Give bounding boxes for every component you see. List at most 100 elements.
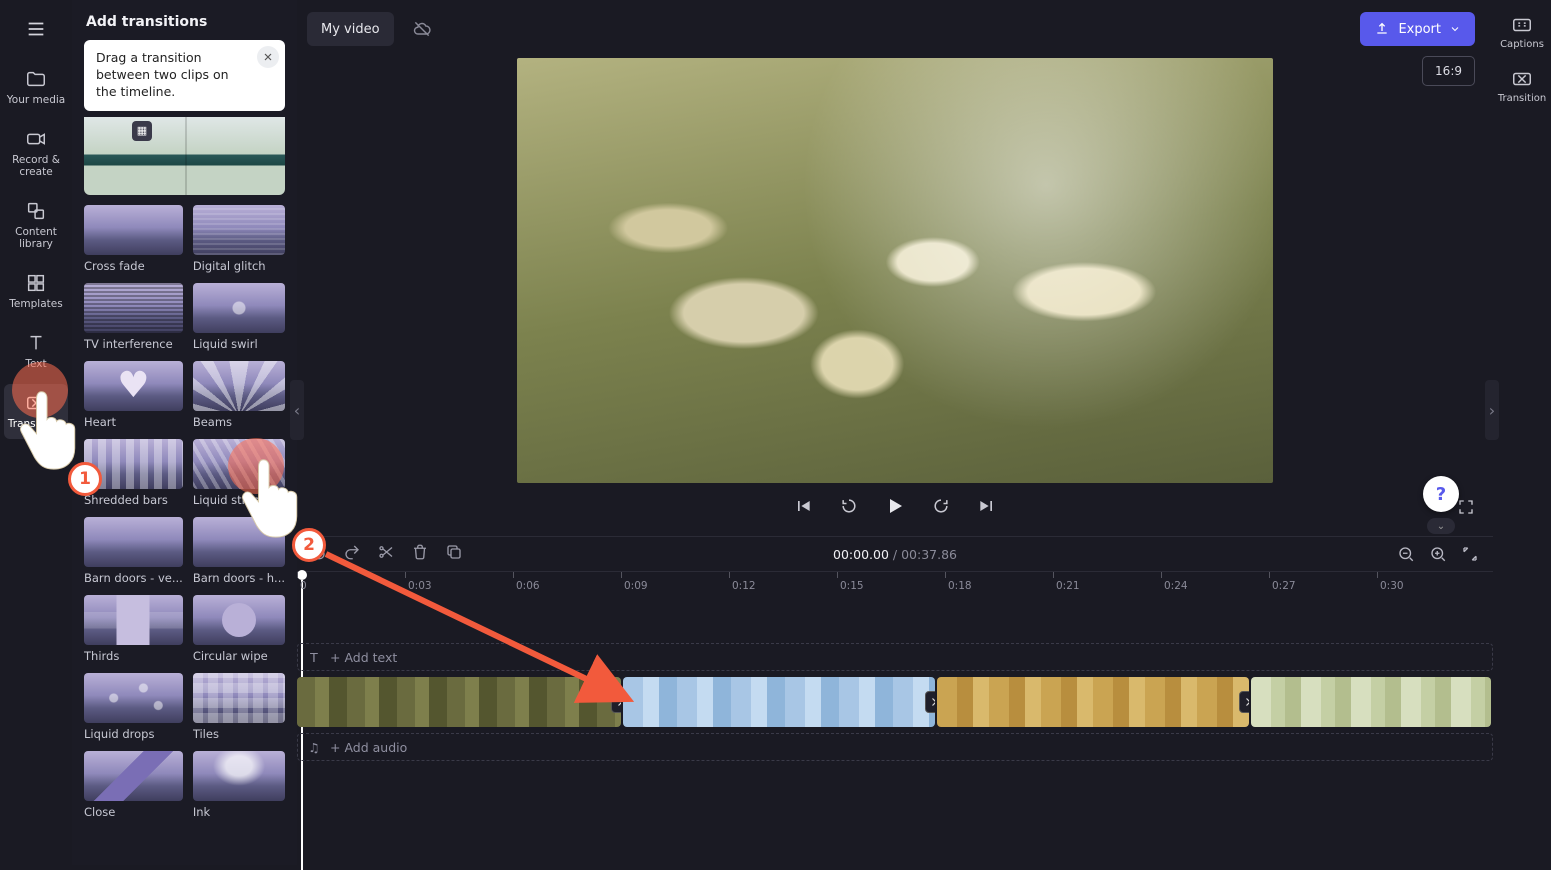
transition-item[interactable]: Beams (193, 361, 285, 429)
right-captions[interactable]: Captions (1498, 8, 1546, 56)
transition-marker[interactable] (611, 691, 621, 713)
add-audio-label: + Add audio (330, 740, 407, 755)
fullscreen-button[interactable] (1457, 498, 1475, 520)
audio-track[interactable]: ♫ + Add audio (297, 733, 1493, 761)
ruler-tick: 0:06 (513, 572, 540, 593)
transition-thumbnail (84, 595, 183, 645)
transition-label: Tiles (193, 727, 285, 741)
transition-icon (25, 392, 47, 414)
transition-label: Liquid streaks (193, 493, 285, 507)
tool-record-create[interactable]: Record & create (4, 120, 68, 186)
transition-thumbnail (84, 751, 183, 801)
transition-thumbnail (193, 361, 285, 411)
export-button[interactable]: Export (1360, 12, 1475, 46)
tip-text: Drag a transition between two clips on t… (96, 50, 229, 99)
transition-item[interactable]: Ink (193, 751, 285, 819)
split-button[interactable] (377, 543, 395, 561)
video-preview[interactable] (517, 58, 1273, 483)
transition-thumbnail (193, 283, 285, 333)
timeline-ruler[interactable]: 00:030:060:090:120:150:180:210:240:270:3… (297, 571, 1493, 593)
close-icon (262, 51, 274, 63)
rewind-5s-button[interactable] (836, 493, 862, 519)
video-clip-4[interactable] (1251, 677, 1491, 727)
transition-thumbnail (193, 205, 285, 255)
collapse-timeline-button[interactable]: ⌄ (1427, 518, 1455, 534)
cloud-sync-button[interactable] (404, 12, 440, 46)
transition-item[interactable]: Barn doors - ve... (84, 517, 183, 585)
help-button[interactable]: ? (1423, 476, 1459, 512)
undo-button[interactable] (309, 543, 327, 561)
transition-label: Liquid drops (84, 727, 183, 741)
delete-button[interactable] (411, 543, 429, 561)
duplicate-button[interactable] (445, 543, 463, 561)
ruler-tick: 0:15 (837, 572, 864, 593)
video-clip-3[interactable] (937, 677, 1249, 727)
transition-item[interactable]: Close (84, 751, 183, 819)
transition-label: Beams (193, 415, 285, 429)
current-time: 00:00.00 (833, 547, 889, 562)
video-clip-2[interactable] (623, 677, 935, 727)
collapse-left-panel[interactable]: ‹ (290, 380, 304, 440)
transition-item[interactable]: Barn doors - h... (193, 517, 285, 585)
skip-start-button[interactable] (790, 493, 816, 519)
transition-label: TV interference (84, 337, 183, 351)
text-track[interactable]: T + Add text (297, 643, 1493, 671)
transition-label: Liquid swirl (193, 337, 285, 351)
transition-item[interactable]: Cross fade (84, 205, 183, 273)
timeline: 00:00.00 / 00:37.86 00:030:060:090:120:1… (297, 536, 1493, 865)
collapse-right-panel[interactable]: › (1485, 380, 1499, 440)
skip-end-button[interactable] (974, 493, 1000, 519)
tip-card: Drag a transition between two clips on t… (84, 40, 285, 111)
zoom-out-button[interactable] (1397, 545, 1415, 563)
transition-item[interactable]: Liquid swirl (193, 283, 285, 351)
transition-item[interactable]: Liquid streaks (193, 439, 285, 507)
menu-button[interactable] (14, 10, 58, 48)
transition-item[interactable]: Liquid drops (84, 673, 183, 741)
tool-content-library[interactable]: Content library (4, 192, 68, 258)
tool-templates[interactable]: Templates (4, 264, 68, 318)
aspect-ratio-selector[interactable]: 16:9 (1422, 56, 1475, 86)
transition-item[interactable]: TV interference (84, 283, 183, 351)
play-button[interactable] (882, 493, 908, 519)
transition-label: Digital glitch (193, 259, 285, 273)
upload-icon (1374, 21, 1390, 37)
transition-item[interactable]: Shredded bars (84, 439, 183, 507)
folder-icon (25, 68, 47, 90)
duration: 00:37.86 (901, 547, 957, 562)
camera-icon (25, 128, 47, 150)
transition-item[interactable]: Heart (84, 361, 183, 429)
transition-marker[interactable] (925, 691, 935, 713)
ruler-tick: 0:21 (1053, 572, 1080, 593)
ruler-tick: 0:09 (621, 572, 648, 593)
transition-item[interactable]: Thirds (84, 595, 183, 663)
transition-thumbnail (193, 751, 285, 801)
fit-timeline-button[interactable] (1461, 545, 1479, 563)
transition-label: Close (84, 805, 183, 819)
timeline-toolbar (309, 543, 463, 561)
left-tool-rail: Your media Record & create Content libra… (0, 0, 72, 865)
right-rail: Captions Transition (1493, 0, 1551, 865)
transition-label: Thirds (84, 649, 183, 663)
ruler-tick: 0:03 (405, 572, 432, 593)
right-transition[interactable]: Transition (1498, 62, 1546, 110)
library-icon (25, 200, 47, 222)
zoom-in-button[interactable] (1429, 545, 1447, 563)
tool-your-media[interactable]: Your media (4, 60, 68, 114)
tool-text[interactable]: Text (4, 324, 68, 378)
redo-button[interactable] (343, 543, 361, 561)
transition-thumbnail (84, 283, 183, 333)
transition-item[interactable]: Tiles (193, 673, 285, 741)
ruler-tick: 0:24 (1161, 572, 1188, 593)
transition-thumbnail (84, 205, 183, 255)
tip-close-button[interactable] (257, 46, 279, 68)
transition-item[interactable]: Digital glitch (193, 205, 285, 273)
video-clip-1[interactable] (297, 677, 621, 727)
text-icon (25, 332, 47, 354)
transition-thumbnail (193, 439, 285, 489)
forward-5s-button[interactable] (928, 493, 954, 519)
tool-transitions[interactable]: Transitions (4, 384, 68, 438)
project-title-chip[interactable]: My video (307, 12, 394, 46)
transition-item[interactable]: Circular wipe (193, 595, 285, 663)
transition-marker[interactable] (1239, 691, 1249, 713)
ruler-tick: 0:27 (1269, 572, 1296, 593)
